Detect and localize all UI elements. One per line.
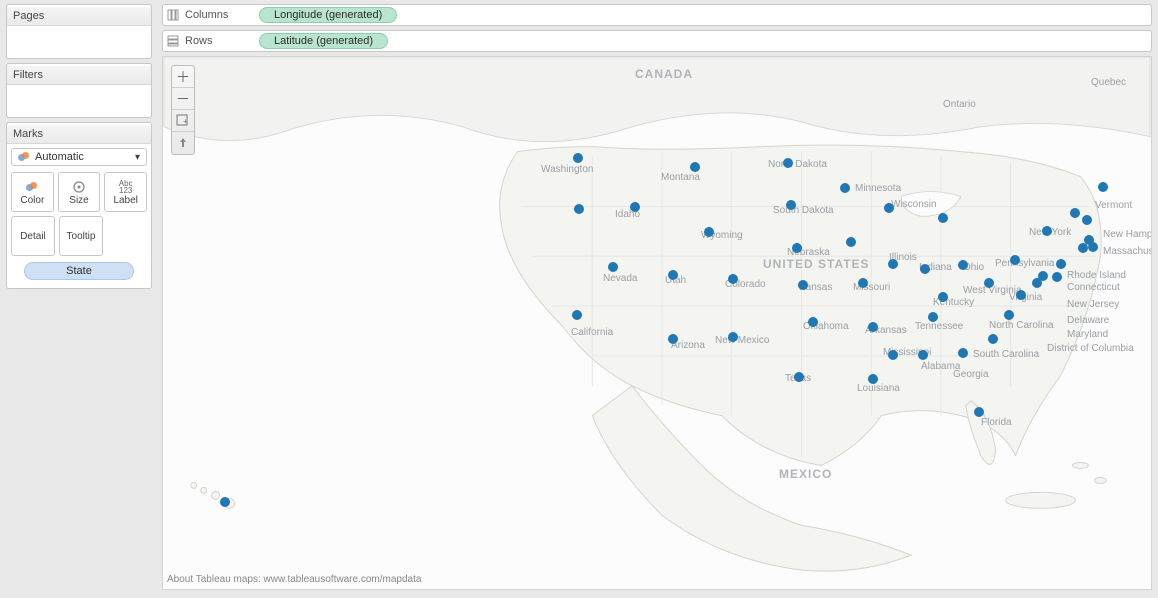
detail-button[interactable]: Detail bbox=[11, 216, 55, 256]
automatic-mark-icon bbox=[18, 151, 30, 163]
rows-label: Rows bbox=[185, 35, 213, 47]
label-button[interactable]: Abc123 Label bbox=[104, 172, 147, 212]
filters-shelf[interactable]: Filters bbox=[6, 63, 152, 118]
svg-text:+: + bbox=[183, 117, 188, 126]
filters-shelf-title: Filters bbox=[7, 66, 151, 85]
color-button[interactable]: Color bbox=[11, 172, 54, 212]
pin-button[interactable] bbox=[172, 132, 194, 154]
pages-shelf-title: Pages bbox=[7, 7, 151, 26]
filters-shelf-body[interactable] bbox=[7, 85, 151, 115]
label-icon: Abc123 bbox=[119, 179, 133, 195]
map-attribution: About Tableau maps: www.tableausoftware.… bbox=[167, 574, 421, 585]
columns-field-pill[interactable]: Longitude (generated) bbox=[259, 7, 397, 23]
detail-label: Detail bbox=[20, 231, 46, 242]
zoom-in-button[interactable]: ＋ bbox=[172, 66, 194, 88]
left-panel: Pages Filters Marks Automatic ▾ Color bbox=[0, 0, 158, 598]
pages-shelf[interactable]: Pages bbox=[6, 4, 152, 59]
rows-shelf[interactable]: Rows Latitude (generated) bbox=[162, 30, 1152, 52]
columns-icon bbox=[167, 9, 179, 21]
state-field-pill[interactable]: State bbox=[24, 262, 134, 280]
zoom-area-button[interactable]: + bbox=[172, 110, 194, 132]
zoom-out-button[interactable]: － bbox=[172, 88, 194, 110]
rows-icon bbox=[167, 35, 179, 47]
mark-type-label: Automatic bbox=[35, 151, 84, 163]
size-label: Size bbox=[69, 195, 88, 206]
map-view[interactable]: ＋ － + UNITED STATESMEXICOCANADAOntarioQu… bbox=[162, 56, 1152, 590]
chevron-down-icon: ▾ bbox=[135, 152, 140, 163]
color-label: Color bbox=[20, 195, 44, 206]
worksheet-area: Columns Longitude (generated) Rows Latit… bbox=[158, 0, 1158, 598]
marks-card-title: Marks bbox=[7, 125, 151, 144]
rows-field-pill[interactable]: Latitude (generated) bbox=[259, 33, 388, 49]
map-toolbar: ＋ － + bbox=[171, 65, 195, 155]
size-button[interactable]: Size bbox=[58, 172, 101, 212]
color-icon bbox=[26, 179, 38, 195]
basemap bbox=[163, 57, 1151, 589]
columns-label: Columns bbox=[185, 9, 228, 21]
marks-card: Marks Automatic ▾ Color bbox=[6, 122, 152, 289]
label-label: Label bbox=[113, 195, 137, 206]
mark-type-dropdown[interactable]: Automatic ▾ bbox=[11, 148, 147, 166]
tooltip-button[interactable]: Tooltip bbox=[59, 216, 103, 256]
pages-shelf-body[interactable] bbox=[7, 26, 151, 56]
tooltip-label: Tooltip bbox=[67, 231, 96, 242]
columns-shelf[interactable]: Columns Longitude (generated) bbox=[162, 4, 1152, 26]
size-icon bbox=[71, 179, 87, 195]
